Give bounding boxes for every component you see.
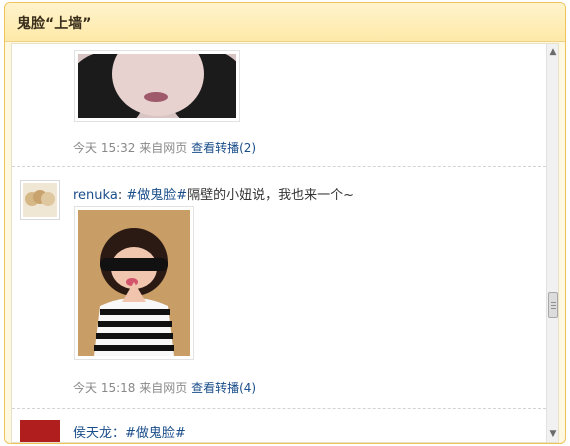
scrollbar-grip xyxy=(551,308,556,309)
panel-title: 鬼脸“上墙” xyxy=(17,16,92,32)
panel-header: 鬼脸“上墙” xyxy=(5,3,565,42)
post-divider xyxy=(12,408,546,409)
feed-scrollbar[interactable]: ▲ ▼ xyxy=(546,44,558,442)
post-username[interactable]: renuka xyxy=(73,188,118,203)
post-text-partial: 侯天龙：#做鬼脸# xyxy=(73,426,186,441)
girl-photo-icon xyxy=(78,210,190,356)
scrollbar-thumb[interactable] xyxy=(548,292,558,318)
avatar-image xyxy=(23,183,57,217)
view-retweets-link[interactable]: 查看转播(2) xyxy=(191,141,256,155)
selfie-face-icon xyxy=(78,54,236,118)
post-meta: 今天 15:32 来自网页 查看转播(2) xyxy=(73,139,256,156)
post-divider xyxy=(12,166,546,167)
post-source: 来自网页 xyxy=(139,381,188,395)
photo-content xyxy=(78,210,190,356)
view-retweets-label: 查看转播 xyxy=(191,381,240,395)
photo-content xyxy=(78,54,236,118)
post-text: renuka: #做鬼脸#隔壁的小妞说，我也来一个~ xyxy=(73,184,354,203)
post-meta: 今天 15:18 来自网页 查看转播(4) xyxy=(73,379,256,396)
scroll-up-icon[interactable]: ▲ xyxy=(548,46,558,58)
feed-content: 今天 15:32 来自网页 查看转播(2) renuka: #做鬼脸#隔壁的小妞… xyxy=(11,43,559,443)
view-retweets-label: 查看转播 xyxy=(191,141,240,155)
post-image[interactable] xyxy=(74,50,240,122)
feed-list: 今天 15:32 来自网页 查看转播(2) renuka: #做鬼脸#隔壁的小妞… xyxy=(12,44,546,442)
teddy-bears-icon xyxy=(23,183,57,217)
feed-panel: 鬼脸“上墙” 今天 15:32 来自网页 查看转播(2) renuka: #做鬼… xyxy=(4,2,566,444)
view-retweets-link[interactable]: 查看转播(4) xyxy=(191,381,256,395)
post-body: 隔壁的小妞说，我也来一个~ xyxy=(187,188,355,203)
user-avatar[interactable] xyxy=(20,420,60,442)
user-avatar[interactable] xyxy=(20,180,60,220)
post-source: 来自网页 xyxy=(139,141,188,155)
scrollbar-grip xyxy=(551,305,556,306)
post-image[interactable] xyxy=(74,206,194,360)
scrollbar-grip xyxy=(551,302,556,303)
post-time: 今天 15:32 xyxy=(73,141,136,155)
post-time: 今天 15:18 xyxy=(73,381,136,395)
post-separator: : xyxy=(117,188,123,203)
retweet-count: (4) xyxy=(239,381,257,395)
retweet-count: (2) xyxy=(239,141,257,155)
post-hashtag[interactable]: #做鬼脸# xyxy=(126,188,187,203)
scroll-down-icon[interactable]: ▼ xyxy=(548,428,558,440)
